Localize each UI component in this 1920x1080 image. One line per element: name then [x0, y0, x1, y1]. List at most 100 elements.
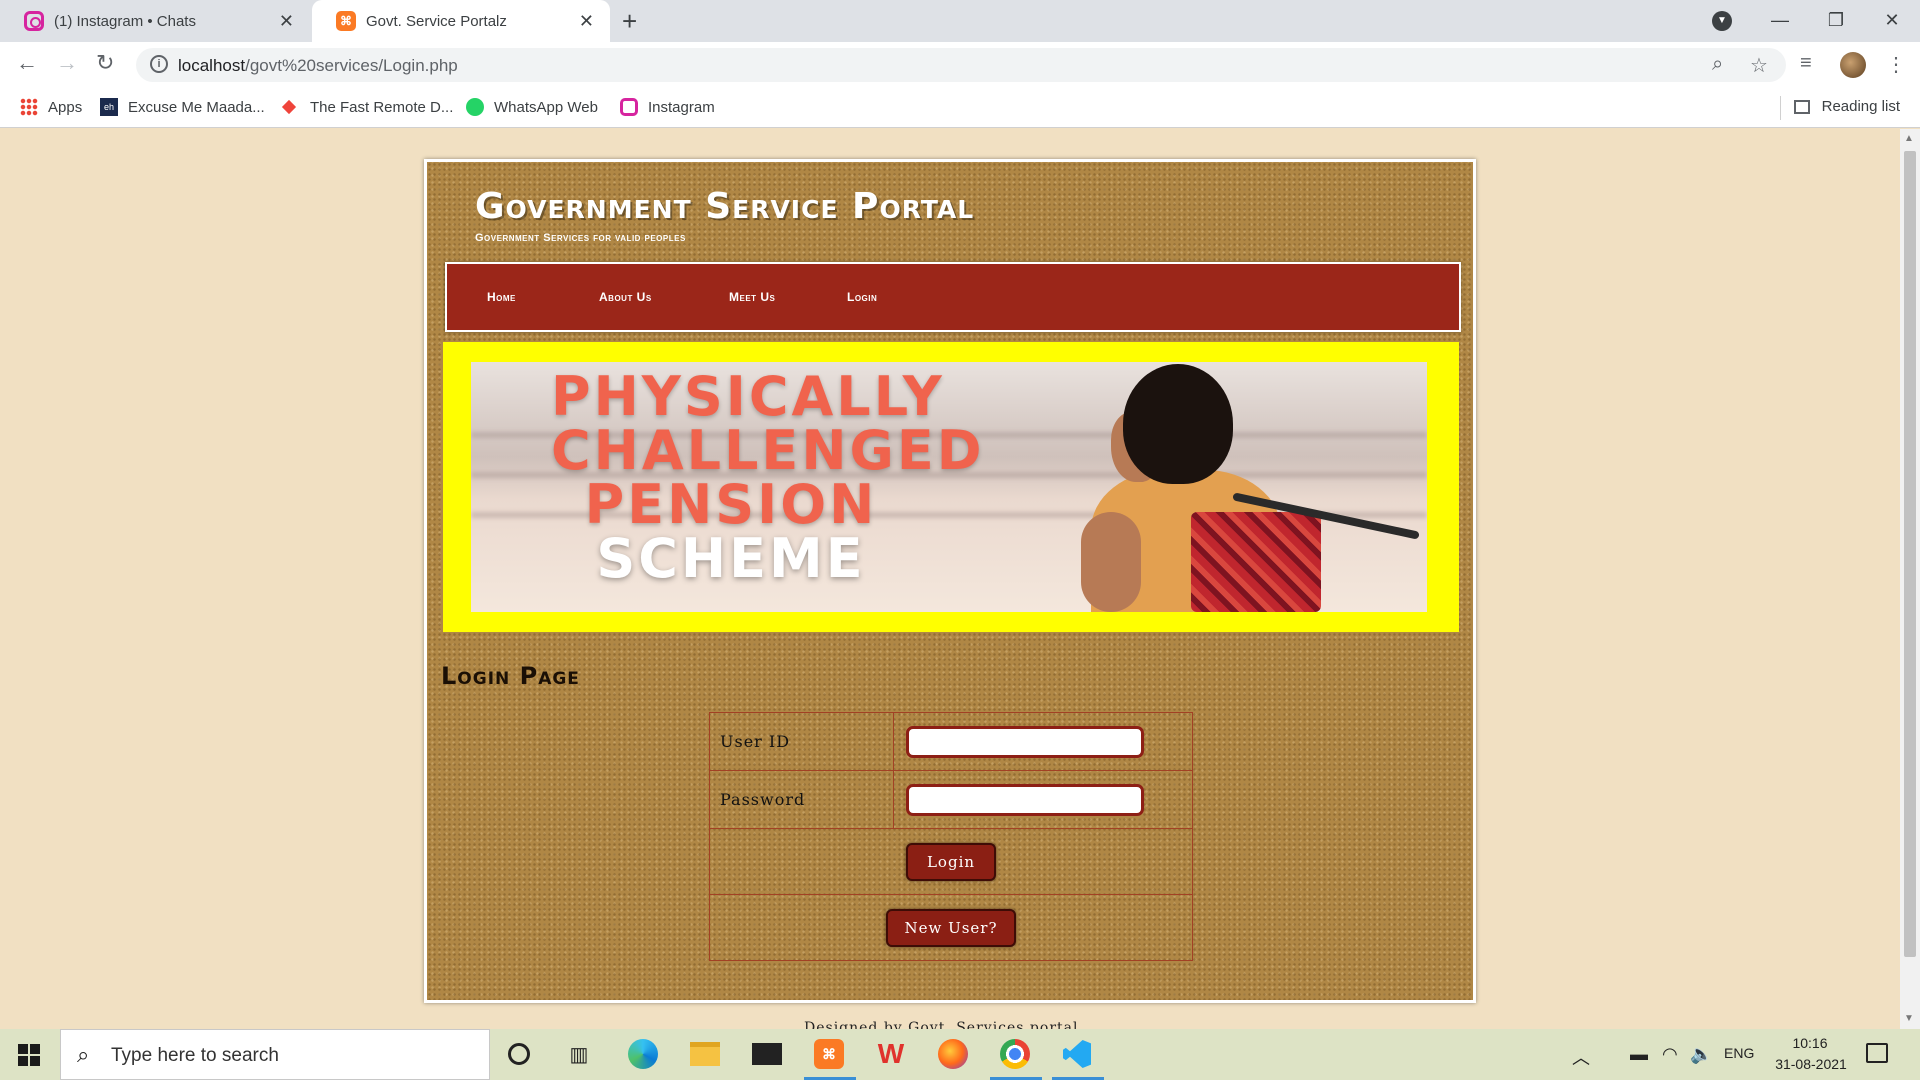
- eh-icon: eh: [100, 98, 118, 116]
- nav-about-us[interactable]: About Us: [599, 290, 652, 304]
- clock-date[interactable]: 31-08-2021: [1766, 1056, 1856, 1072]
- banner-image: PHYSICALLY CHALLENGED PENSION SCHEME: [471, 362, 1427, 612]
- boy-arm: [1081, 512, 1141, 612]
- forward-icon[interactable]: →: [56, 50, 78, 76]
- form-row: New User?: [709, 894, 1193, 961]
- wifi-icon[interactable]: ◠: [1662, 1044, 1678, 1065]
- close-tab-icon[interactable]: ✕: [279, 11, 294, 32]
- anydesk-icon: [282, 98, 300, 116]
- bookmark-anydesk[interactable]: The Fast Remote D...: [282, 98, 453, 116]
- chrome-logo: [1000, 1039, 1030, 1069]
- wheelchair-seat: [1191, 512, 1321, 612]
- reload-icon[interactable]: ↻: [96, 50, 114, 76]
- tab-instagram[interactable]: (1) Instagram • Chats ✕: [0, 0, 310, 42]
- clock-time[interactable]: 10:16: [1770, 1035, 1850, 1051]
- tab-title: (1) Instagram • Chats: [54, 12, 196, 30]
- url-text[interactable]: localhost/govt%20services/Login.php: [178, 56, 458, 76]
- back-icon[interactable]: ←: [16, 50, 38, 76]
- banner-line: CHALLENGED: [551, 419, 985, 482]
- show-hidden-icons-icon[interactable]: ︿: [1572, 1044, 1590, 1070]
- form-cell: New User?: [709, 894, 1193, 961]
- scroll-down-icon[interactable]: ▼: [1904, 1013, 1914, 1024]
- password-label: Password: [709, 770, 894, 829]
- nav-login[interactable]: Login: [847, 290, 877, 304]
- cortana-icon[interactable]: [502, 1037, 536, 1071]
- page-viewport: Government Service Portal Government Ser…: [0, 129, 1900, 1029]
- scroll-thumb[interactable]: [1904, 151, 1916, 957]
- new-tab-button[interactable]: +: [622, 6, 637, 37]
- boy-head: [1123, 364, 1233, 484]
- battery-icon[interactable]: ▬: [1630, 1044, 1648, 1065]
- bookmark-label: WhatsApp Web: [494, 98, 598, 116]
- bookmark-excuse-me[interactable]: eh Excuse Me Maada...: [100, 98, 265, 116]
- new-user-button[interactable]: New User?: [886, 908, 1016, 947]
- menu-kebab-icon[interactable]: ⋮: [1886, 52, 1906, 77]
- xampp-icon: ⌘: [336, 11, 356, 31]
- bookmark-label: Excuse Me Maada...: [128, 98, 265, 116]
- close-window-icon[interactable]: ✕: [1864, 0, 1920, 40]
- close-tab-icon[interactable]: ✕: [579, 11, 594, 32]
- nav-home[interactable]: Home: [487, 290, 516, 304]
- vscode-icon[interactable]: [1060, 1037, 1094, 1071]
- form-cell: [893, 712, 1193, 771]
- instagram-icon: [24, 11, 44, 31]
- mail-icon[interactable]: [750, 1037, 784, 1071]
- bookmark-whatsapp[interactable]: WhatsApp Web: [466, 98, 598, 116]
- minimize-icon[interactable]: —: [1752, 0, 1808, 40]
- file-explorer-icon[interactable]: [688, 1037, 722, 1071]
- whatsapp-icon: [466, 98, 484, 116]
- bookmark-label: Apps: [48, 98, 83, 116]
- windows-start-icon[interactable]: [18, 1044, 40, 1066]
- address-bar[interactable]: i localhost/govt%20services/Login.php ⌕ …: [136, 48, 1786, 82]
- scrollbar[interactable]: ▲ ▼: [1900, 129, 1920, 1029]
- banner-text: PHYSICALLY CHALLENGED PENSION SCHEME: [551, 365, 985, 586]
- task-view-icon[interactable]: ▥: [562, 1037, 596, 1071]
- divider: [1780, 96, 1781, 120]
- banner: PHYSICALLY CHALLENGED PENSION SCHEME: [443, 342, 1459, 632]
- chrome-icon[interactable]: [998, 1037, 1032, 1071]
- tab-strip: (1) Instagram • Chats ✕ ⌘ Govt. Service …: [0, 0, 1920, 42]
- zoom-icon[interactable]: ⌕: [1712, 53, 1723, 76]
- user-id-input[interactable]: [906, 725, 1144, 758]
- footer-text: Designed by Govt. Services portal: [804, 1020, 1079, 1029]
- instagram-icon: [620, 98, 638, 116]
- url-host: localhost: [178, 56, 246, 75]
- scroll-up-icon[interactable]: ▲: [1904, 133, 1914, 144]
- search-placeholder: Type here to search: [111, 1045, 279, 1066]
- page-title: Login Page: [441, 662, 580, 690]
- reading-list-button[interactable]: Reading list: [1793, 98, 1900, 115]
- login-button[interactable]: Login: [906, 842, 996, 881]
- banner-line: PHYSICALLY: [551, 365, 945, 428]
- volume-icon[interactable]: 🔈: [1690, 1044, 1712, 1065]
- xampp-icon[interactable]: ⌘: [812, 1037, 846, 1071]
- vscode-logo: [1063, 1040, 1091, 1068]
- reading-list-icon: [1793, 99, 1810, 114]
- firefox-icon[interactable]: [936, 1037, 970, 1071]
- restore-icon[interactable]: ❐: [1808, 0, 1864, 40]
- nav-meet-us[interactable]: Meet Us: [729, 290, 775, 304]
- bookmark-instagram[interactable]: Instagram: [620, 98, 715, 116]
- language-indicator[interactable]: ENG: [1724, 1045, 1754, 1061]
- media-control-icon[interactable]: ≡: [1800, 52, 1812, 75]
- site-nav: Home About Us Meet Us Login: [445, 262, 1461, 332]
- apps-grid-icon: [20, 98, 38, 116]
- tab-govt-portal[interactable]: ⌘ Govt. Service Portalz ✕: [312, 0, 610, 42]
- password-input[interactable]: [906, 783, 1144, 816]
- tab-search-icon[interactable]: ▼: [1712, 11, 1732, 31]
- taskbar: ⌕ Type here to search ▥ ⌘ W ︿ ▬ ◠ 🔈 ENG …: [0, 1029, 1920, 1080]
- form-row: Login: [709, 828, 1193, 895]
- wps-icon[interactable]: W: [874, 1037, 908, 1071]
- edge-icon[interactable]: [626, 1037, 660, 1071]
- form-row: User ID: [709, 712, 1193, 771]
- cortana-ring: [508, 1043, 530, 1065]
- bookmark-star-icon[interactable]: ☆: [1750, 53, 1768, 78]
- form-cell: Login: [709, 828, 1193, 895]
- bookmark-label: Instagram: [648, 98, 715, 116]
- xampp-logo: ⌘: [814, 1039, 844, 1069]
- notifications-icon[interactable]: [1866, 1043, 1888, 1063]
- form-row: Password: [709, 770, 1193, 829]
- site-info-icon[interactable]: i: [150, 55, 168, 73]
- taskbar-search[interactable]: ⌕ Type here to search: [60, 1029, 490, 1080]
- profile-avatar[interactable]: [1840, 52, 1866, 78]
- bookmark-apps[interactable]: Apps: [20, 98, 82, 116]
